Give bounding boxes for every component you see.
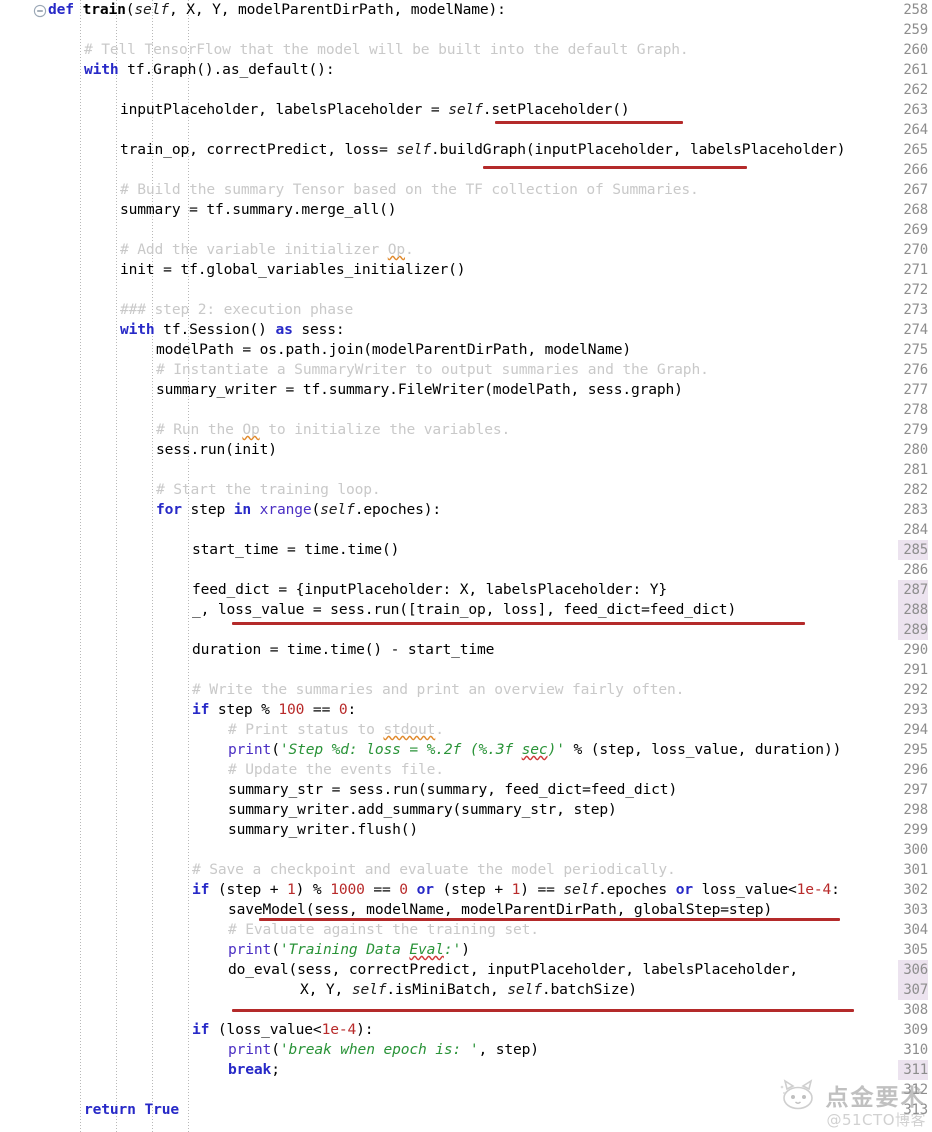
underline-setPlaceholder	[495, 121, 683, 124]
code-line[interactable]: feed_dict = {inputPlaceholder: X, labels…	[192, 580, 667, 600]
line-number-gutter	[0, 0, 33, 1132]
code-line[interactable]: modelPath = os.path.join(modelParentDirP…	[156, 340, 631, 360]
indent-guide-1	[80, 0, 81, 1132]
indent-guide-2	[116, 0, 117, 1132]
code-line[interactable]: # Tell TensorFlow that the model will be…	[84, 40, 689, 60]
underline-sess-run	[232, 622, 805, 625]
code-line[interactable]: ### step 2: execution phase	[120, 300, 353, 320]
code-line[interactable]: train_op, correctPredict, loss= self.bui…	[120, 140, 846, 160]
code-line[interactable]: # Start the training loop.	[156, 480, 381, 500]
cat-face-logo-icon	[778, 1078, 818, 1112]
code-line[interactable]: # Add the variable initializer Op.	[120, 240, 414, 260]
code-line[interactable]: inputPlaceholder, labelsPlaceholder = se…	[120, 100, 630, 120]
indent-guide-3	[152, 0, 153, 1132]
code-line[interactable]: sess.run(init)	[156, 440, 277, 460]
code-line[interactable]: if (loss_value<1e-4):	[192, 1020, 374, 1040]
code-line[interactable]: summary_str = sess.run(summary, feed_dic…	[228, 780, 677, 800]
code-line[interactable]: # Instantiate a SummaryWriter to output …	[156, 360, 709, 380]
watermark-title: 点金要术	[825, 1085, 926, 1111]
code-line[interactable]: print('Training Data Eval:')	[228, 940, 470, 960]
code-line[interactable]: # Run the Op to initialize the variables…	[156, 420, 510, 440]
code-line[interactable]: def train(self, X, Y, modelParentDirPath…	[48, 0, 506, 20]
code-line[interactable]: summary_writer.add_summary(summary_str, …	[228, 800, 617, 820]
code-line[interactable]: saveModel(sess, modelName, modelParentDi…	[228, 900, 772, 920]
code-line[interactable]: with tf.Session() as sess:	[120, 320, 345, 340]
code-line[interactable]: print('Step %d: loss = %.2f (%.3f sec)' …	[228, 740, 841, 760]
code-line[interactable]: with tf.Graph().as_default():	[84, 60, 335, 80]
code-line[interactable]: # Save a checkpoint and evaluate the mod…	[192, 860, 676, 880]
code-editor[interactable]: def train(self, X, Y, modelParentDirPath…	[0, 0, 932, 1132]
watermark-subtitle: @51CTO博客	[826, 1111, 926, 1129]
code-line[interactable]: summary_writer = tf.summary.FileWriter(m…	[156, 380, 683, 400]
code-line[interactable]: # Build the summary Tensor based on the …	[120, 180, 699, 200]
code-line[interactable]: break;	[228, 1060, 280, 1080]
code-line[interactable]: X, Y, self.isMiniBatch, self.batchSize)	[300, 980, 637, 1000]
code-line[interactable]: summary_writer.flush()	[228, 820, 418, 840]
indent-guide-4	[188, 0, 189, 1132]
code-line[interactable]: if (step + 1) % 1000 == 0 or (step + 1) …	[192, 880, 840, 900]
code-line[interactable]: start_time = time.time()	[192, 540, 399, 560]
collapse-minus-icon[interactable]	[33, 4, 47, 18]
code-line[interactable]: init = tf.global_variables_initializer()	[120, 260, 466, 280]
code-line[interactable]: return True	[84, 1100, 179, 1120]
code-line[interactable]: # Print status to stdout.	[228, 720, 444, 740]
code-content-area[interactable]: def train(self, X, Y, modelParentDirPath…	[48, 0, 932, 1132]
code-line[interactable]: duration = time.time() - start_time	[192, 640, 494, 660]
code-line[interactable]: summary = tf.summary.merge_all()	[120, 200, 397, 220]
code-line[interactable]: for step in xrange(self.epoches):	[156, 500, 441, 520]
underline-saveModel	[259, 918, 840, 921]
code-line[interactable]: print('break when epoch is: ', step)	[228, 1040, 539, 1060]
code-line[interactable]: # Evaluate against the training set.	[228, 920, 539, 940]
underline-buildGraph	[483, 166, 747, 169]
code-line[interactable]: # Update the events file.	[228, 760, 444, 780]
underline-do-eval	[232, 1009, 854, 1012]
watermark: 点金要术 @51CTO博客	[778, 1078, 926, 1130]
code-line[interactable]: _, loss_value = sess.run([train_op, loss…	[192, 600, 736, 620]
code-line[interactable]: # Write the summaries and print an overv…	[192, 680, 684, 700]
code-line[interactable]: if step % 100 == 0:	[192, 700, 356, 720]
code-line[interactable]: do_eval(sess, correctPredict, inputPlace…	[228, 960, 798, 980]
